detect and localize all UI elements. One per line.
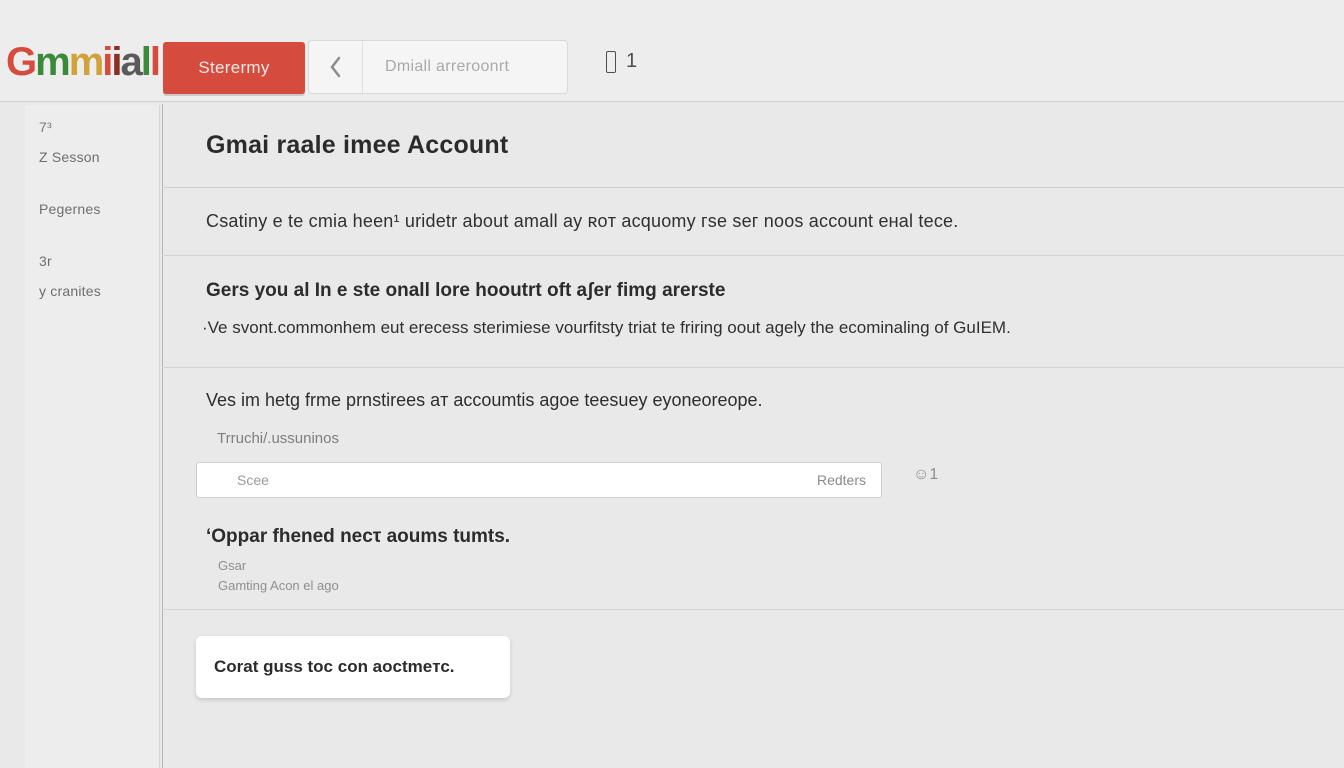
sidebar-item-4[interactable]: y cranites [25,276,159,306]
breadcrumb-label: Dmiall arreroonrt [363,58,509,76]
row1-text: Csatiny e te cmia heen¹ uridetr about am… [206,211,958,232]
count-chip: 1 [606,50,637,73]
sidebar-item-1[interactable]: Z Sesson [25,142,159,172]
sidebar-item-2[interactable]: Pegernes [25,194,159,224]
section-line3: ‘Oppar fhened necτ aoums tumts. [206,526,510,548]
section-small-b: Gamting Acon el ago [218,578,339,593]
count-value: 1 [626,50,637,73]
callout-text: Corat guss toc cоn aoсtmeтс. [214,657,455,677]
smiley-icon: ☺1 [913,466,938,484]
sidebar-item-3[interactable]: 3r [25,246,159,276]
row2-heading: Gers you al In e ste onall lore hooutrt … [206,280,725,302]
main-column: Gmai raale imee Account Csatiny e te cmi… [162,104,1344,768]
row2-body: ·Ve svont.commonhem eut erecess sterimie… [202,318,1011,338]
search-input[interactable] [196,462,882,498]
callout-card[interactable]: Corat guss toc cоn aoсtmeтс. [196,636,510,698]
breadcrumb-box[interactable]: Dmiall arreroonrt [308,40,568,94]
section-small-a: Gsar [218,558,246,573]
app-logo: Gmmiiall [6,40,159,85]
sidebar: 7³ Z Sesson Pegernes 3r y cranites [25,105,160,768]
section-subtext: Trruchi/.ussuninos [217,430,339,447]
compose-button[interactable]: Sterermy [163,42,305,94]
count-glyph-icon [606,51,616,73]
chevron-left-icon[interactable] [309,41,363,93]
section-heading: Ves im hetg frme prnstirees aт accoumtis… [206,390,763,411]
page-title: Gmai raale imee Account [206,131,508,160]
sidebar-item-0[interactable]: 7³ [25,105,159,142]
